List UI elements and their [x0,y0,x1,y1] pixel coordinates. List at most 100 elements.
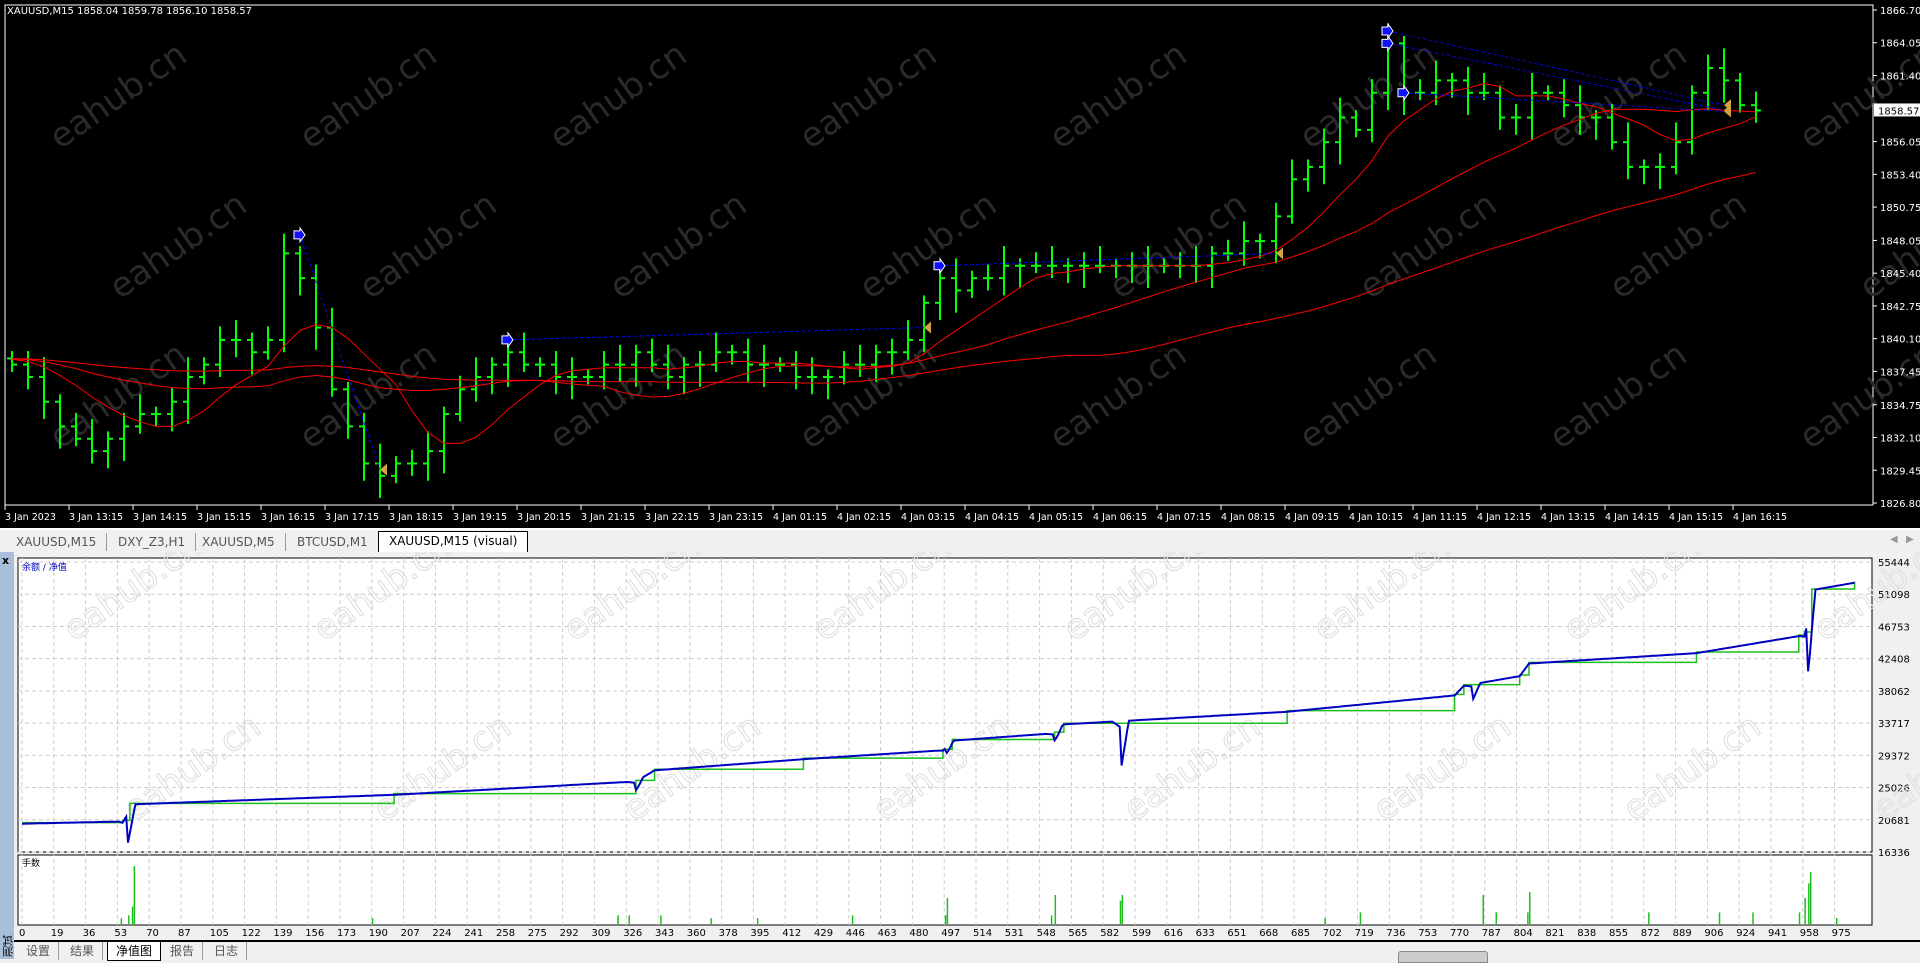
lot-bar [946,897,949,924]
trade-entry-arrow-icon [293,226,306,244]
scroll-right-icon[interactable]: ▶ [1906,534,1914,545]
time-label: 4 Jan 02:15 [837,512,891,523]
trade-axis-label: 241 [464,928,483,939]
lot-bar [1798,912,1801,924]
time-label: 3 Jan 21:15 [581,512,635,523]
price-label: 1848.05 [1880,236,1920,247]
time-label: 3 Jan 18:15 [389,512,443,523]
lot-bar [660,915,662,924]
trade-axis-label: 70 [146,928,159,939]
tester-side-strip: x 测试 [0,552,15,959]
watermark: eahub.cn [542,34,694,157]
lot-bar [1804,897,1806,924]
trade-link [939,252,1277,267]
time-label: 3 Jan 2023 [5,512,56,523]
tester-tabs: 设置 结果 净值图 报告 日志 [14,940,1920,961]
time-label: 4 Jan 05:15 [1029,512,1083,523]
trade-axis-label: 651 [1227,928,1246,939]
equity-axis-label: 42408 [1878,655,1910,666]
time-label: 4 Jan 09:15 [1285,512,1339,523]
tab-dxy-h1[interactable]: DXY_Z3,H1 [108,533,197,551]
watermark: eahub.cn [1542,334,1694,457]
lot-bar [1324,918,1326,924]
trade-axis-label: 139 [273,928,292,939]
trade-axis-label: 855 [1609,928,1628,939]
tab-equity-graph[interactable]: 净值图 [107,942,162,961]
lots-label: 手数 [22,857,40,869]
time-label: 4 Jan 14:15 [1605,512,1659,523]
trade-axis-label: 292 [560,928,579,939]
lot-bar [1808,883,1810,924]
lot-bar [131,906,134,924]
trade-axis-label: 975 [1832,928,1851,939]
price-label: 1856.05 [1880,138,1920,149]
trade-axis-label: 412 [782,928,801,939]
time-label: 4 Jan 08:15 [1221,512,1275,523]
time-label: 4 Jan 03:15 [901,512,955,523]
trade-axis-label: 480 [909,928,928,939]
tab-xauusd-m5[interactable]: XAUUSD,M5 [192,533,286,551]
watermark: eahub.cn [602,184,754,307]
time-label: 4 Jan 11:15 [1413,512,1467,523]
time-label: 4 Jan 13:15 [1541,512,1595,523]
trade-axis-label: 770 [1450,928,1469,939]
tab-report[interactable]: 报告 [162,942,204,960]
watermark: eahub.cn [1292,334,1444,457]
trade-axis-label: 958 [1800,928,1819,939]
watermark: eahub.cn [1042,34,1194,157]
lot-bar [944,915,947,924]
trade-entry-arrow-icon [1381,34,1394,52]
equity-axis-label: 38062 [1878,687,1910,698]
price-label: 1850.75 [1880,203,1920,214]
price-label: 1861.40 [1880,71,1920,82]
trade-axis-label: 616 [1164,928,1183,939]
lots-panel [17,854,1873,926]
close-icon[interactable]: x [2,554,9,567]
trade-axis-label: 787 [1482,928,1501,939]
time-label: 3 Jan 22:15 [645,512,699,523]
price-chart[interactable]: eahub.cn eahub.cn eahub.cn eahub.cn eahub.cn… [0,0,1920,528]
tab-btcusd-m1[interactable]: BTCUSD,M1 [287,533,379,551]
tester-control-widget[interactable] [1398,951,1488,963]
watermark: eahub.cn [292,34,444,157]
trade-axis-label: 156 [305,928,324,939]
time-label: 4 Jan 12:15 [1477,512,1531,523]
trade-axis-label: 326 [623,928,642,939]
lot-bar [617,915,619,924]
trade-axis-label: 599 [1132,928,1151,939]
trade-axis-label: 258 [496,928,515,939]
trade-axis-label: 633 [1196,928,1215,939]
trade-axis-label: 736 [1386,928,1405,939]
trade-axis-label: 378 [719,928,738,939]
tab-xauusd-m15[interactable]: XAUUSD,M15 [6,533,108,551]
watermark: eahub.cn [352,184,504,307]
equity-axis-label: 16336 [1878,848,1910,859]
trade-axis-label: 941 [1768,928,1787,939]
price-label: 1832.10 [1880,434,1920,445]
time-label: 4 Jan 16:15 [1733,512,1787,523]
price-chart-canvas[interactable]: eahub.cn eahub.cn eahub.cn eahub.cn eahub.cn… [0,0,1920,528]
tab-journal[interactable]: 日志 [206,942,248,960]
trade-axis-label: 702 [1323,928,1342,939]
trade-axis-label: 105 [210,928,229,939]
trade-axis-label: 122 [242,928,261,939]
trade-axis-label: 872 [1641,928,1660,939]
equity-graph: 55444 51098 46753 42408 38062 33717 29372 25026… [14,552,1920,940]
lot-bar [1121,895,1124,924]
trade-axis-label: 0 [19,928,25,939]
time-label: 3 Jan 16:15 [261,512,315,523]
lot-bar [133,866,136,924]
trade-axis-label: 190 [369,928,388,939]
trade-axis-label: 889 [1673,928,1692,939]
trade-axis-label: 19 [51,928,64,939]
time-label: 3 Jan 13:15 [69,512,123,523]
trade-axis-label: 497 [941,928,960,939]
watermark: eahub.cn [1352,184,1504,307]
trade-axis-label: 804 [1514,928,1533,939]
tab-settings[interactable]: 设置 [18,942,60,960]
tab-results[interactable]: 结果 [62,942,104,960]
lot-bar [1529,892,1531,924]
equity-graph-canvas: 5544451098467534240838062337172937225026… [17,552,1920,939]
scroll-left-icon[interactable]: ◀ [1890,534,1898,545]
tab-xauusd-m15-visual[interactable]: XAUUSD,M15 (visual) [378,531,529,552]
